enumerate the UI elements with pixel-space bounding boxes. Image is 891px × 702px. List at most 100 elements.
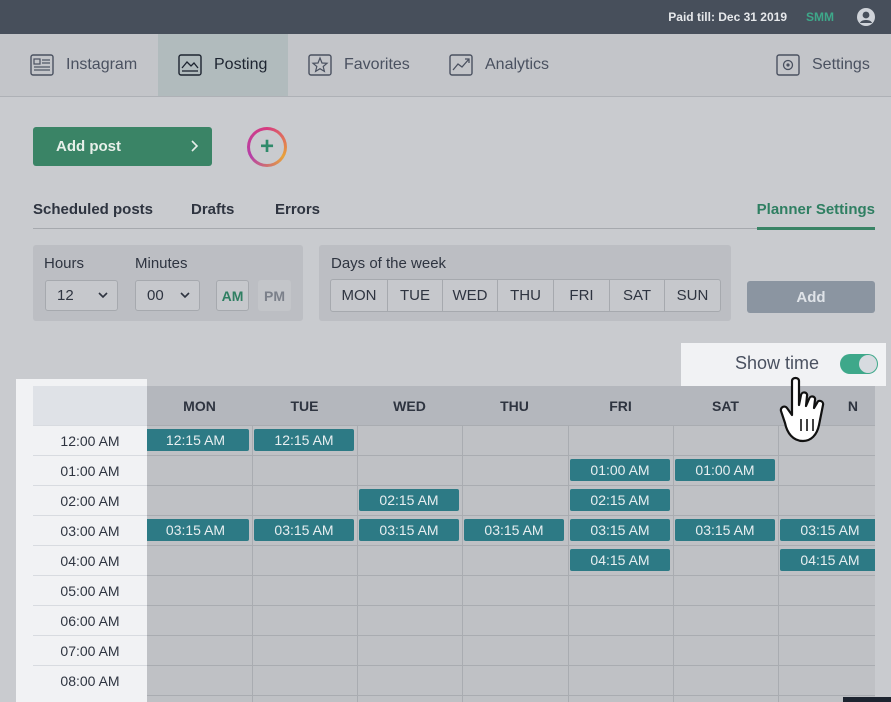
- nav-posting-label: Posting: [214, 56, 268, 73]
- day-wed[interactable]: WED: [442, 280, 497, 311]
- grid-row-line: [147, 485, 875, 486]
- time-column-header: [33, 386, 147, 425]
- time-row-label: 05:00 AM: [33, 575, 147, 605]
- nav-settings[interactable]: Settings: [776, 34, 870, 96]
- tab-scheduled-posts[interactable]: Scheduled posts: [33, 201, 153, 218]
- window-corner: [843, 697, 891, 702]
- scheduled-slot[interactable]: 03:15 AM: [142, 519, 249, 541]
- scheduled-slot[interactable]: 02:15 AM: [570, 489, 670, 511]
- scheduled-slot[interactable]: 03:15 AM: [359, 519, 459, 541]
- time-row-label: 01:00 AM: [33, 455, 147, 485]
- nav-settings-label: Settings: [812, 56, 870, 73]
- paid-till-text: Paid till: Dec 31 2019: [668, 10, 787, 24]
- days-of-week-label: Days of the week: [331, 255, 447, 272]
- nav-favorites-label: Favorites: [344, 56, 410, 73]
- chevron-down-icon: [98, 292, 108, 299]
- nav-favorites[interactable]: Favorites: [308, 34, 410, 96]
- grid-column-line: [357, 425, 358, 702]
- hand-pointer-icon: [779, 376, 825, 443]
- day-sun[interactable]: SUN: [664, 280, 720, 311]
- nav-posting[interactable]: Posting: [158, 34, 288, 96]
- nav-analytics[interactable]: Analytics: [449, 34, 549, 96]
- day-thu[interactable]: THU: [497, 280, 553, 311]
- minutes-select[interactable]: 00: [135, 280, 200, 311]
- scheduled-slot[interactable]: 03:15 AM: [570, 519, 670, 541]
- column-header-tue: TUE: [290, 398, 319, 414]
- grid-column-line: [252, 425, 253, 702]
- day-mon[interactable]: MON: [331, 280, 387, 311]
- minutes-label: Minutes: [135, 255, 188, 272]
- grid-row-line: [147, 545, 875, 546]
- add-post-label: Add post: [56, 138, 121, 155]
- show-time-toggle[interactable]: [840, 354, 878, 374]
- day-tue[interactable]: TUE: [387, 280, 442, 311]
- days-panel: Days of the week MON TUE WED THU FRI SAT…: [319, 245, 731, 321]
- nav-instagram[interactable]: Instagram: [30, 34, 137, 96]
- add-post-button[interactable]: Add post: [33, 127, 212, 166]
- time-row-label: 12:00 AM: [33, 425, 147, 455]
- day-fri[interactable]: FRI: [553, 280, 609, 311]
- time-row-label: 03:00 AM: [33, 515, 147, 545]
- planner-calendar: MON TUE WED THU FRI SAT N 12:15 AM 12:15 AM 01:00…: [33, 386, 875, 702]
- chevron-down-icon: [180, 292, 190, 299]
- gear-icon: [776, 54, 800, 76]
- grid-row-line: [147, 665, 875, 666]
- hours-select[interactable]: 12: [45, 280, 118, 311]
- user-circle-icon[interactable]: [856, 7, 876, 27]
- plan-badge[interactable]: SMM: [806, 10, 834, 24]
- top-bar: Paid till: Dec 31 2019 SMM: [0, 0, 891, 34]
- toggle-knob: [859, 355, 877, 373]
- time-row-label: 06:00 AM: [33, 605, 147, 635]
- minutes-value: 00: [147, 287, 164, 304]
- grid-row-line: [147, 635, 875, 636]
- grid-row-line: [147, 515, 875, 516]
- am-toggle[interactable]: AM: [216, 280, 249, 311]
- show-time-label: Show time: [735, 353, 820, 373]
- time-column: 12:00 AM 01:00 AM 02:00 AM 03:00 AM 04:00 AM…: [16, 379, 147, 702]
- grid-column-line: [778, 425, 779, 702]
- plus-glyph: +: [250, 130, 284, 164]
- main-nav: Instagram Posting Favorites Analytics Se…: [0, 34, 891, 97]
- posting-image-icon: [178, 54, 202, 76]
- instagram-list-icon: [30, 54, 54, 76]
- scheduled-slot[interactable]: 01:00 AM: [675, 459, 775, 481]
- tab-drafts[interactable]: Drafts: [191, 201, 234, 218]
- scheduled-slot[interactable]: 03:15 AM: [464, 519, 564, 541]
- column-header-thu: THU: [500, 398, 529, 414]
- time-panel: Hours Minutes 12 00 AM PM: [33, 245, 303, 321]
- add-time-button[interactable]: Add: [747, 281, 875, 313]
- scheduled-slot[interactable]: 03:15 AM: [254, 519, 354, 541]
- column-header-mon: MON: [183, 398, 216, 414]
- plus-circle-icon[interactable]: +: [247, 127, 287, 167]
- column-header-fri: FRI: [609, 398, 632, 414]
- nav-analytics-label: Analytics: [485, 56, 550, 73]
- scheduled-slot[interactable]: 01:00 AM: [570, 459, 670, 481]
- scheduled-slot[interactable]: 03:15 AM: [780, 519, 875, 541]
- scheduled-slot[interactable]: 12:15 AM: [254, 429, 354, 451]
- time-row-label: 02:00 AM: [33, 485, 147, 515]
- grid-row-line: [147, 425, 875, 426]
- star-icon: [308, 54, 332, 76]
- scheduled-slot[interactable]: 03:15 AM: [675, 519, 775, 541]
- time-row-label: 08:00 AM: [33, 665, 147, 695]
- scheduled-slot[interactable]: 02:15 AM: [359, 489, 459, 511]
- scheduled-slot[interactable]: 04:15 AM: [570, 549, 670, 571]
- column-header-wed: WED: [393, 398, 426, 414]
- grid-row-line: [147, 695, 875, 696]
- grid-row-line: [147, 575, 875, 576]
- days-selector: MON TUE WED THU FRI SAT SUN: [330, 279, 721, 312]
- tab-errors[interactable]: Errors: [275, 201, 320, 218]
- scheduled-slot[interactable]: 12:15 AM: [142, 429, 249, 451]
- hours-label: Hours: [44, 255, 85, 272]
- pm-toggle[interactable]: PM: [258, 280, 291, 311]
- planner-subtabs: Scheduled posts Drafts Errors Planner Se…: [33, 196, 875, 230]
- time-row-label: 04:00 AM: [33, 545, 147, 575]
- scheduled-slot[interactable]: 04:15 AM: [780, 549, 875, 571]
- chevron-right-icon: [191, 140, 199, 152]
- nav-instagram-label: Instagram: [66, 56, 138, 73]
- grid-column-line: [462, 425, 463, 702]
- tab-planner-settings[interactable]: Planner Settings: [756, 201, 875, 230]
- day-sat[interactable]: SAT: [609, 280, 664, 311]
- hours-value: 12: [57, 287, 74, 304]
- grid-row-line: [147, 455, 875, 456]
